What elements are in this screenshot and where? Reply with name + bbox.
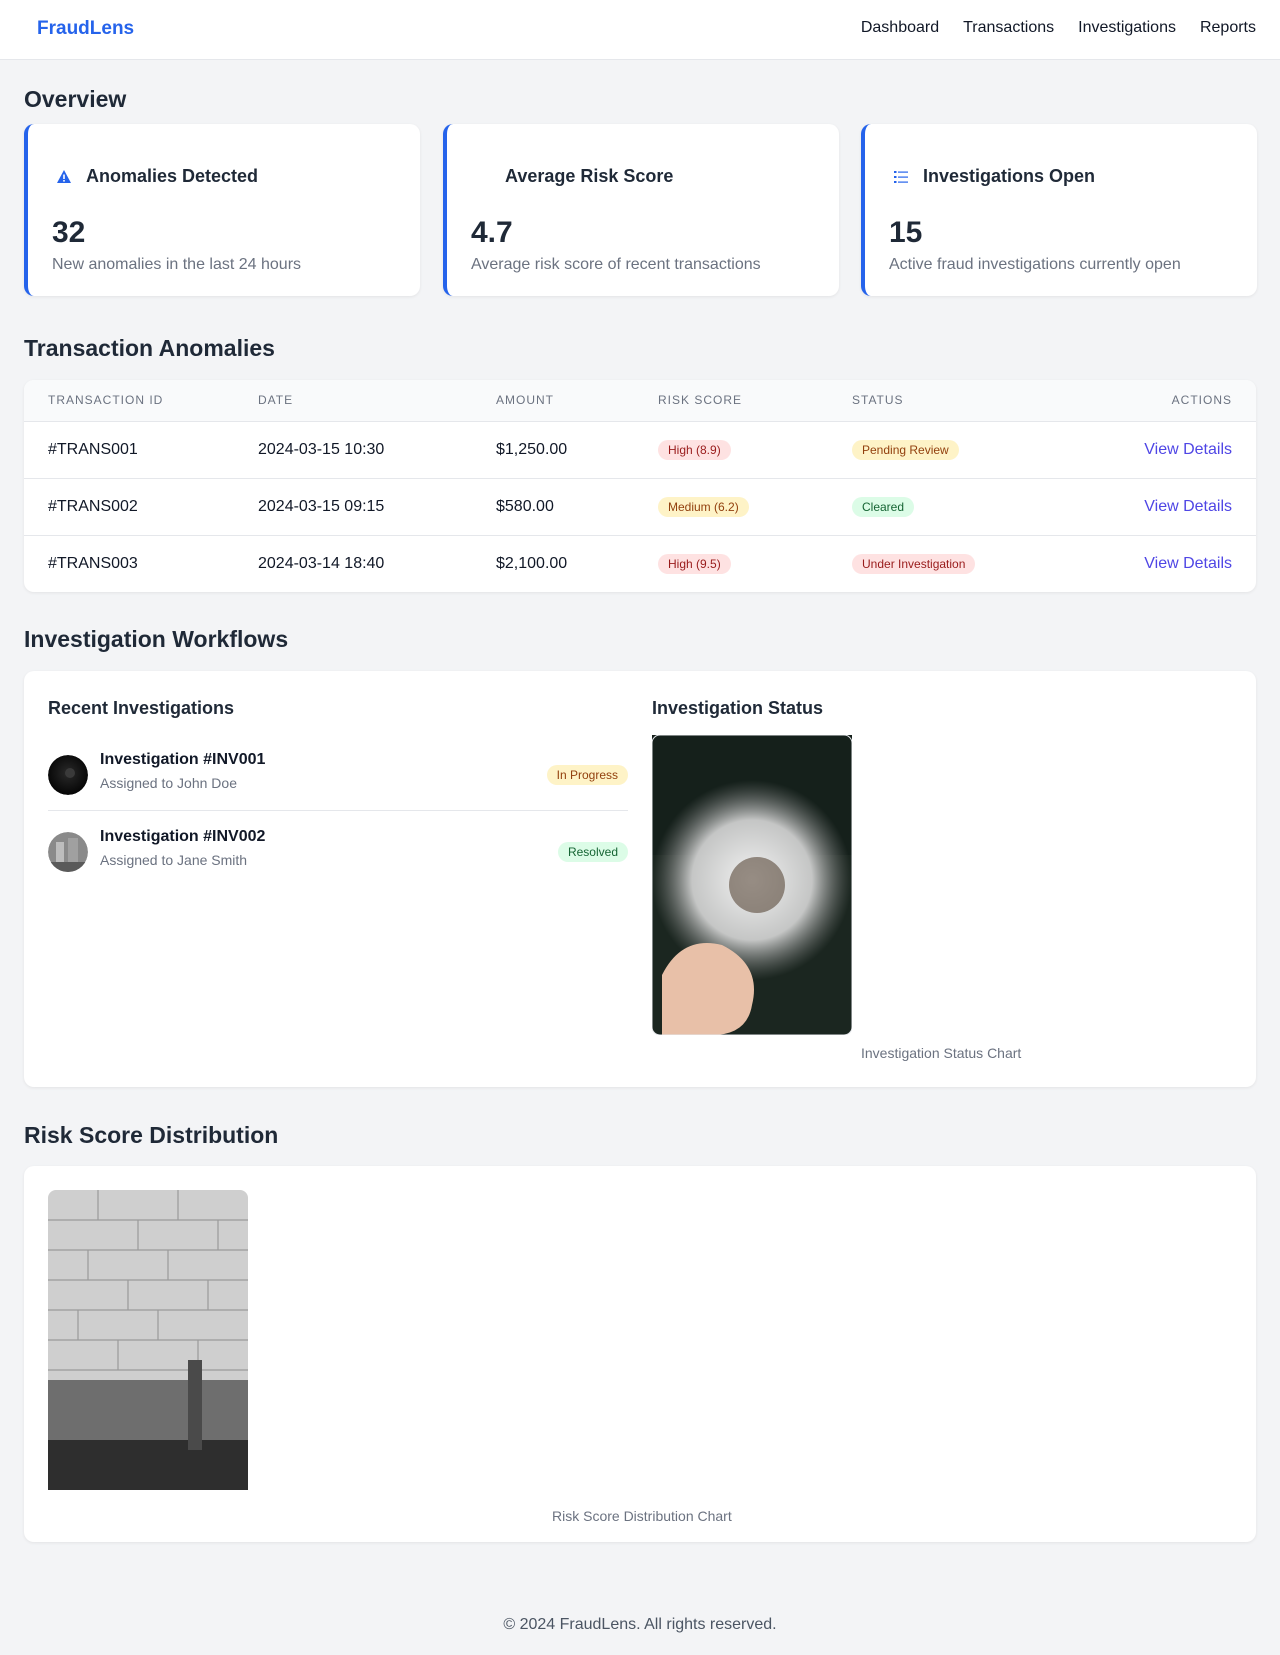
transaction-id: #TRANS002 [24,478,234,536]
risk-cell: High (9.5) [634,535,828,592]
transaction-date: 2024-03-15 10:30 [234,421,472,479]
investigation-title: Investigation #INV002 [100,828,266,845]
list-item[interactable]: Investigation #INV001 Assigned to John D… [48,745,628,805]
actions-cell: View Details [1048,478,1256,536]
footer: © 2024 FraudLens. All rights reserved. [503,1616,777,1633]
status-badge: Resolved [557,842,628,862]
status-cell: Cleared [828,478,1048,536]
risk-badge: High (8.9) [658,439,731,460]
view-details-link[interactable]: View Details [1144,441,1232,458]
dandelion-image [652,735,852,1035]
recent-investigations-title: Recent Investigations [48,698,235,718]
nav-links: Dashboard Transactions Investigations Re… [861,19,1256,37]
col-header: RISK SCORE [634,380,828,422]
risk-cell: High (8.9) [634,421,828,479]
table-row: #TRANS002 2024-03-15 09:15 $580.00 Mediu… [24,478,1256,536]
transactions-table: TRANSACTION ID DATE AMOUNT RISK SCORE ST… [24,380,1256,592]
risk-badge: High (9.5) [658,553,731,574]
table-header-row: TRANSACTION ID DATE AMOUNT RISK SCORE ST… [24,380,1256,422]
workflows-title: Investigation Workflows [24,626,289,652]
brand-logo[interactable]: FraudLens [37,18,134,40]
actions-cell: View Details [1048,421,1256,479]
card-title: Anomalies Detected [86,166,259,186]
avatar [48,832,88,872]
card-desc: New anomalies in the last 24 hours [52,256,302,273]
workflows-panel: Recent Investigations Investigation #INV… [24,671,1256,1087]
status-badge: Under Investigation [852,553,976,574]
card-desc: Average risk score of recent transaction… [471,256,761,273]
blank-icon [475,169,491,185]
anomalies-card: Anomalies Detected 32 New anomalies in t… [24,124,420,296]
risk-panel: Risk Score Distribution Chart [24,1166,1256,1542]
warning-icon [57,169,71,183]
top-nav: FraudLens Dashboard Transactions Investi… [0,0,1280,60]
transaction-date: 2024-03-14 18:40 [258,554,385,572]
col-header: AMOUNT [472,380,634,422]
view-details-link[interactable]: View Details [1144,498,1232,515]
nav-transactions[interactable]: Transactions [963,19,1054,37]
col-header: STATUS [828,380,1048,422]
investigation-assignee: Assigned to John Doe [100,775,237,791]
card-value: 32 [52,216,86,249]
table-row: #TRANS003 2024-03-14 18:40 $2,100.00 Hig… [24,535,1256,592]
avatar [48,755,88,795]
card-header: Investigations Open [893,166,1095,187]
card-header: Anomalies Detected [56,166,258,187]
status-cell: Pending Review [828,421,1048,479]
card-title: Average Risk Score [505,166,674,186]
risk-badge: Medium (6.2) [658,496,749,517]
investigation-title: Investigation #INV001 [100,751,266,768]
list-item[interactable]: Investigation #INV002 Assigned to Jane S… [48,822,628,882]
view-details-link[interactable]: View Details [1144,555,1232,572]
transaction-date: 2024-03-15 09:15 [234,478,472,536]
overview-title: Overview [24,86,127,112]
col-header: DATE [234,380,472,422]
nav-reports[interactable]: Reports [1200,19,1256,37]
card-desc: Active fraud investigations currently op… [889,256,1181,273]
risk-title: Risk Score Distribution [24,1122,279,1148]
risk-score-card: Average Risk Score 4.7 Average risk scor… [443,124,839,296]
status-badge: In Progress [546,765,628,785]
transaction-id: #TRANS003 [48,554,138,572]
card-title: Investigations Open [923,166,1096,186]
risk-chart-caption: Risk Score Distribution Chart [552,1508,732,1524]
col-header: TRANSACTION ID [24,380,234,422]
risk-cell: Medium (6.2) [634,478,828,536]
stone-wall-image [48,1190,248,1490]
status-badge: Pending Review [852,439,959,460]
card-header: Average Risk Score [475,166,673,187]
investigation-assignee: Assigned to Jane Smith [100,852,248,868]
transaction-amount: $2,100.00 [496,554,568,572]
divider [48,810,628,811]
table-row: #TRANS001 2024-03-15 10:30 $1,250.00 Hig… [24,421,1256,479]
checklist-icon [894,170,908,183]
card-value: 15 [889,216,923,249]
nav-dashboard[interactable]: Dashboard [861,19,939,37]
investigation-status-title: Investigation Status [652,698,824,718]
card-value: 4.7 [471,216,513,249]
status-chart-caption: Investigation Status Chart [861,1045,1022,1061]
transaction-amount: $580.00 [472,478,634,536]
status-badge: Cleared [852,496,915,517]
transaction-id: #TRANS001 [24,421,234,479]
anomalies-title: Transaction Anomalies [24,335,275,361]
actions-cell: View Details [1048,535,1256,592]
transaction-amount: $1,250.00 [472,421,634,479]
status-cell: Under Investigation [828,535,1048,592]
col-header: ACTIONS [1048,380,1256,422]
investigations-card: Investigations Open 15 Active fraud inve… [861,124,1257,296]
nav-investigations[interactable]: Investigations [1078,19,1176,37]
